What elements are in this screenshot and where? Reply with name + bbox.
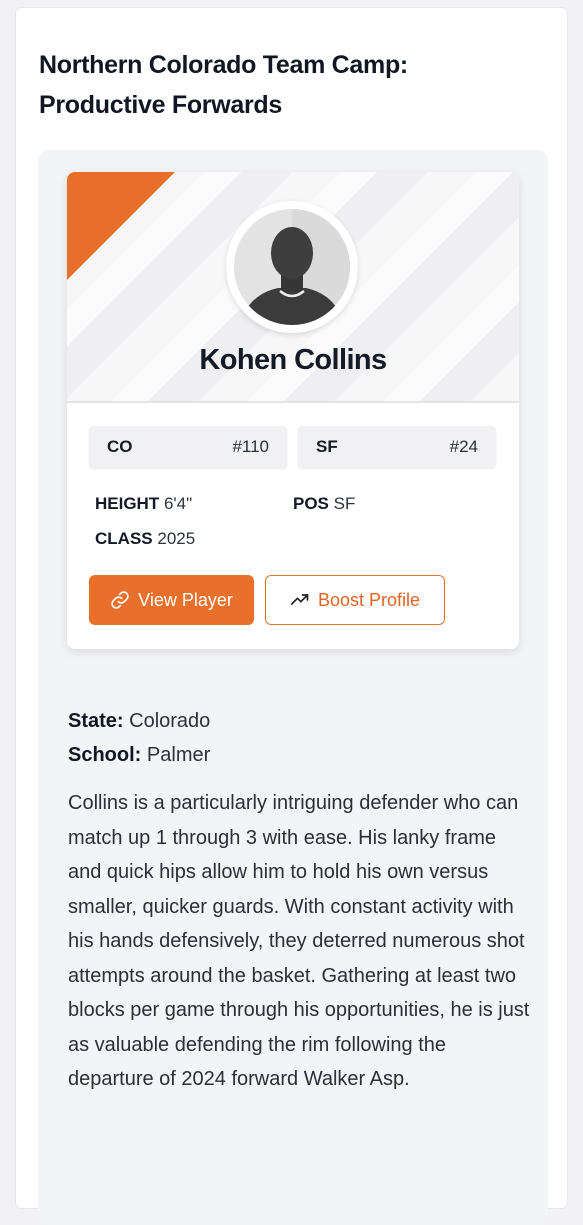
pos-value: SF (333, 494, 356, 513)
height-value: 6'4" (163, 494, 193, 513)
height-label: HEIGHT (95, 494, 160, 513)
player-profile-card: Kohen Collins CO #110 SF #24 HEIGHT 6'4"… (67, 172, 519, 649)
class-label: CLASS (95, 529, 153, 548)
view-player-label: View Player (138, 589, 233, 610)
pos-stat: POS SF (293, 494, 355, 514)
avatar (226, 201, 358, 333)
state-label: State: (68, 710, 124, 732)
player-bio: Collins is a particularly intriguing def… (68, 792, 530, 1090)
boost-profile-label: Boost Profile (317, 589, 421, 610)
article-title: Northern Colorado Team Camp: Productive … (39, 45, 539, 125)
position-chip-rank: #24 (449, 437, 478, 456)
state-chip-code: CO (107, 437, 133, 456)
school-value: Palmer (146, 744, 211, 766)
school-label: School: (68, 744, 142, 766)
state-line: State: Colorado (68, 710, 210, 733)
article-title-line-1: Northern Colorado Team Camp: (39, 51, 408, 79)
pos-label: POS (293, 494, 329, 513)
person-silhouette-icon (234, 209, 350, 325)
class-value: 2025 (157, 529, 196, 548)
height-stat: HEIGHT 6'4" (95, 494, 192, 514)
state-chip-rank: #110 (232, 437, 269, 456)
player-name: Kohen Collins (199, 344, 387, 376)
link-icon (111, 591, 129, 609)
accent-corner (67, 172, 175, 280)
boost-profile-button[interactable]: Boost Profile (265, 575, 445, 625)
position-chip-code: SF (316, 437, 338, 456)
view-player-button[interactable]: View Player (89, 575, 254, 625)
article-title-line-2: Productive Forwards (39, 91, 282, 119)
class-stat: CLASS 2025 (95, 529, 195, 549)
trending-up-icon (290, 594, 309, 606)
card-hero: Kohen Collins (67, 172, 519, 403)
school-line: School: Palmer (68, 744, 210, 767)
state-value: Colorado (129, 710, 211, 732)
state-chip: CO #110 (89, 426, 287, 468)
position-chip: SF #24 (298, 426, 496, 468)
